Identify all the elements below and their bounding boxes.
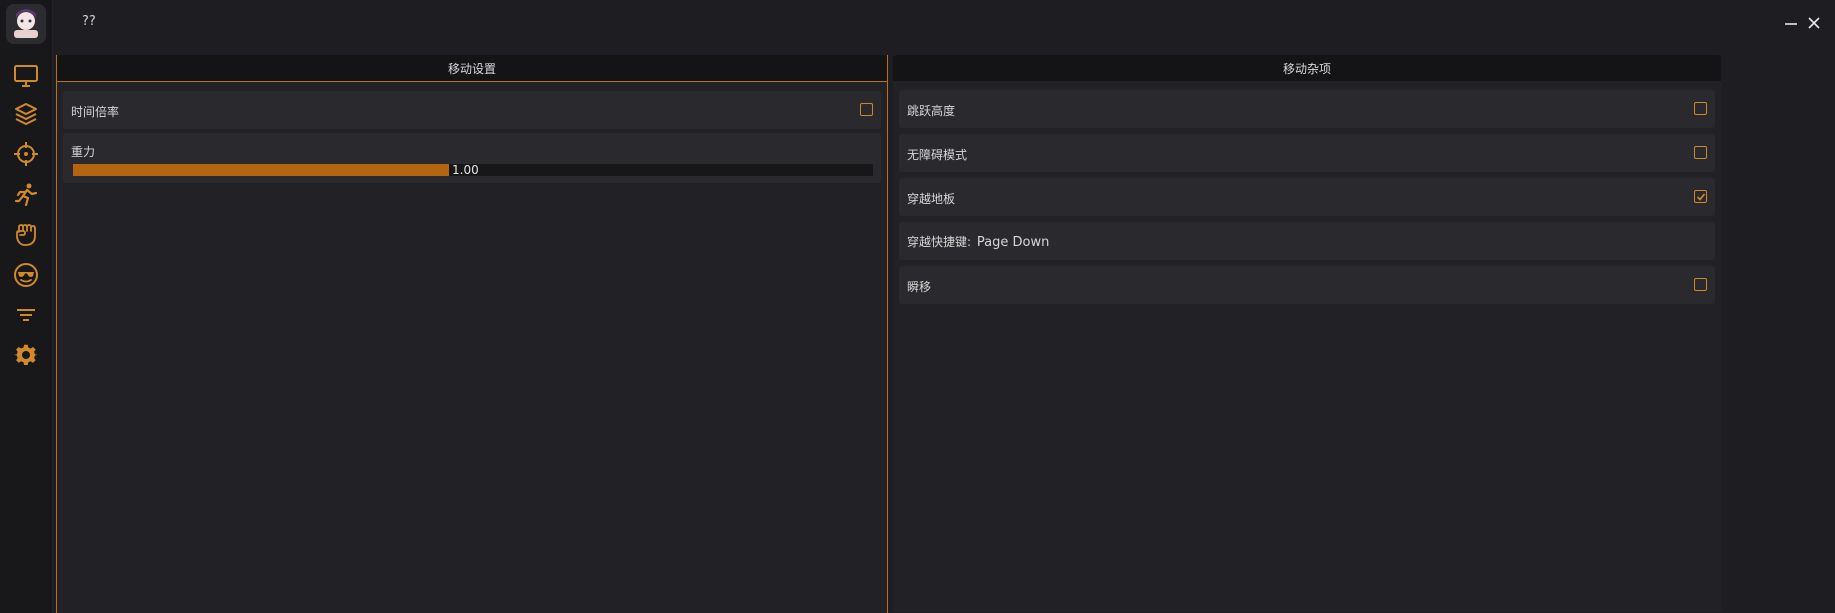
fist-icon [16,224,36,246]
app-window: ?? 移动设置 时间倍率 重力 1.00 移动杂项 跳跃高度 无障碍模式 穿越地… [0,0,1835,613]
teleport-row: 瞬移 [899,266,1715,304]
movement-settings-panel: 移动设置 时间倍率 重力 1.00 [56,55,888,613]
through-floor-row: 穿越地板 [899,178,1715,216]
time-scale-checkbox[interactable] [860,103,873,116]
close-button[interactable] [1805,14,1823,32]
app-logo [6,4,46,44]
layers-icon [15,103,37,125]
time-scale-label: 时间倍率 [71,105,120,119]
time-scale-row: 时间倍率 [63,91,881,129]
movement-misc-panel: 移动杂项 跳跃高度 无障碍模式 穿越地板 穿越快捷键: Page Down 瞬移 [893,55,1721,613]
gravity-slider[interactable]: 1.00 [73,163,873,177]
monitor-icon [14,65,38,87]
gear-icon [13,344,38,365]
no-obstacle-label: 无障碍模式 [907,148,968,162]
checkmark-icon [1696,192,1705,201]
through-floor-checkbox[interactable] [1694,190,1707,203]
through-hotkey-label: 穿越快捷键: Page Down [907,233,1049,250]
no-obstacle-row: 无障碍模式 [899,134,1715,172]
sidebar-item-settings[interactable] [10,340,42,370]
gravity-label: 重力 [71,145,96,159]
through-hotkey-row: 穿越快捷键: Page Down [899,222,1715,260]
through-hotkey-value[interactable]: Page Down [977,235,1049,250]
jump-height-checkbox[interactable] [1694,102,1707,115]
sidebar [0,0,53,613]
gravity-value: 1.00 [452,163,479,177]
sidebar-item-melee[interactable] [10,220,42,250]
panel-body: 跳跃高度 无障碍模式 穿越地板 穿越快捷键: Page Down 瞬移 [893,81,1721,612]
sidebar-item-layers[interactable] [10,99,42,129]
close-icon [1808,17,1820,29]
minimize-icon [1785,23,1797,25]
teleport-label: 瞬移 [907,280,932,294]
sidebar-item-monitor[interactable] [10,61,42,91]
sidebar-item-filter[interactable] [10,300,42,330]
sunglasses-face-icon [14,263,38,287]
gravity-row: 重力 1.00 [63,133,881,183]
panel-title: 移动设置 [57,55,887,82]
jump-height-label: 跳跃高度 [907,104,956,118]
gravity-slider-fill [73,164,449,176]
crosshair-icon [14,142,38,166]
running-figure-icon [14,183,38,207]
sidebar-item-aim[interactable] [10,139,42,169]
sidebar-item-movement[interactable] [10,180,42,210]
teleport-checkbox[interactable] [1694,278,1707,291]
app-logo-icon [6,4,46,44]
sidebar-item-visual[interactable] [10,260,42,290]
panel-body: 时间倍率 重力 1.00 [57,82,887,613]
jump-height-row: 跳跃高度 [899,90,1715,128]
through-floor-label: 穿越地板 [907,192,956,206]
through-hotkey-label-text: 穿越快捷键: [907,235,972,249]
panel-title: 移动杂项 [893,55,1721,81]
no-obstacle-checkbox[interactable] [1694,146,1707,159]
window-title: ?? [82,14,96,29]
filter-icon [17,309,35,321]
minimize-button[interactable] [1782,14,1800,32]
